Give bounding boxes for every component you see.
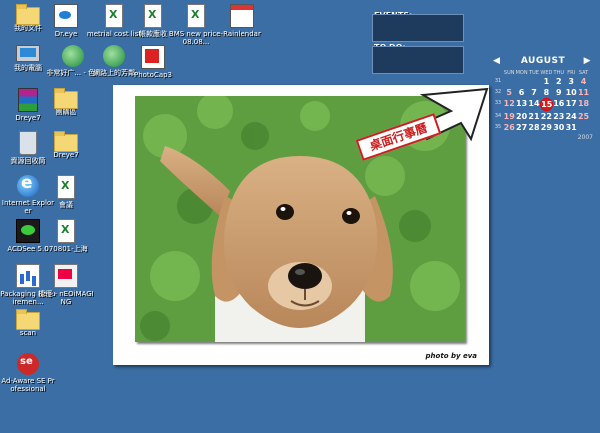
calendar-day[interactable]: 13 — [515, 98, 527, 111]
meeting-shortcut[interactable]: 會議 — [38, 175, 94, 209]
meeting-icon — [57, 175, 75, 199]
calendar-day[interactable]: 18 — [577, 98, 589, 111]
calendar-header: ◀ AUGUST ▶ — [493, 56, 593, 68]
shortcut-label: PhotoCap3 — [133, 71, 173, 79]
calendar-day[interactable]: 2 — [553, 76, 565, 87]
calendar-day[interactable]: 1 — [540, 76, 552, 87]
shortcut-label: 070801-上海 — [44, 245, 88, 253]
calendar-day[interactable]: 19 — [503, 111, 515, 122]
nero-imaging-shortcut[interactable]: 捷徑 - nEOiMAGING — [38, 264, 94, 306]
week-number: 33 — [494, 100, 502, 106]
shortcut-label: scan — [19, 329, 37, 337]
calendar-day[interactable]: 29 — [540, 122, 552, 133]
shanghai-report-icon — [57, 219, 75, 243]
photocap-icon — [141, 45, 165, 69]
calendar-day[interactable]: 22 — [540, 111, 552, 122]
account-receivable-icon — [144, 4, 162, 28]
dreye7-rar-icon — [18, 88, 38, 112]
calendar-day[interactable]: 7 — [528, 87, 540, 98]
calendar-day-empty — [577, 122, 589, 133]
acdsee-icon — [16, 219, 40, 243]
internet-explorer-icon — [17, 173, 39, 197]
useful-software-icon — [62, 45, 84, 67]
calendar-grid: 31 1 2 3 4 32 5 6 7 8 9 10 11 33 12 13 14 15 16 17 18 34 19 20 2… — [493, 76, 593, 133]
calendar-day[interactable]: 26 — [503, 122, 515, 133]
my-documents-icon — [16, 4, 40, 25]
adaware-icon — [17, 353, 39, 375]
calendar-day[interactable]: 4 — [577, 76, 589, 87]
calendar-day-empty — [503, 76, 515, 87]
scan-folder-icon — [16, 309, 40, 330]
prev-month-button[interactable]: ◀ — [493, 56, 500, 66]
events-panel[interactable] — [372, 14, 464, 42]
calendar-week: 32 5 6 7 8 9 10 11 — [493, 87, 593, 98]
shortcut-label: 會議 — [59, 201, 73, 209]
shanghai-report-shortcut[interactable]: 070801-上海 — [38, 219, 94, 253]
calendar-day[interactable]: 11 — [577, 87, 589, 98]
adaware-shortcut[interactable]: Ad-Aware SE Professional — [0, 353, 56, 393]
group-purchase-folder-icon — [54, 88, 78, 109]
calendar-week: 34 19 20 21 22 23 24 25 — [493, 111, 593, 122]
scan-folder-shortcut[interactable]: scan — [0, 309, 56, 337]
week-number: 31 — [494, 78, 502, 84]
my-computer-icon — [16, 45, 40, 62]
calendar-day[interactable]: 24 — [565, 111, 577, 122]
calendar-day[interactable]: 30 — [553, 122, 565, 133]
calendar-day[interactable]: 10 — [565, 87, 577, 98]
calendar-week: 33 12 13 14 15 16 17 18 — [493, 98, 593, 111]
recycle-bin-icon — [19, 131, 37, 155]
group-purchase-folder-shortcut[interactable]: 團購區 — [38, 88, 94, 116]
metrial-cost-list-icon — [105, 4, 123, 28]
calendar-day[interactable]: 3 — [565, 76, 577, 87]
calendar-day-today[interactable]: 15 — [540, 98, 553, 111]
dreye-icon — [54, 4, 78, 28]
calendar-day[interactable]: 14 — [528, 98, 540, 111]
calendar-day[interactable]: 20 — [515, 111, 527, 122]
todo-panel[interactable] — [372, 46, 464, 74]
photo-credit: photo by eva — [425, 352, 477, 360]
calendar-day[interactable]: 8 — [540, 87, 552, 98]
next-month-button[interactable]: ▶ — [584, 56, 591, 66]
calendar-day[interactable]: 5 — [503, 87, 515, 98]
calendar-month: AUGUST — [520, 56, 566, 66]
dreye7-folder-shortcut[interactable]: Dreye7 — [38, 131, 94, 159]
bms-price-icon — [187, 4, 205, 28]
calendar-day[interactable]: 28 — [528, 122, 540, 133]
shortcut-label: Ad-Aware SE Professional — [1, 377, 55, 393]
calendar-day[interactable]: 21 — [528, 111, 540, 122]
week-number: 32 — [494, 89, 502, 95]
calendar-day[interactable]: 25 — [577, 111, 589, 122]
week-number: 35 — [494, 124, 502, 130]
desktop-calendar: ◀ AUGUST ▶ SUN MON TUE WED THU FRI SAT 31 1 2 3 4 3… — [493, 56, 593, 141]
calendar-day[interactable]: 16 — [553, 98, 565, 111]
online-solution-icon — [103, 45, 125, 67]
packaging-requirements-icon — [16, 264, 40, 288]
calendar-day-empty — [528, 76, 540, 87]
calendar-day[interactable]: 17 — [565, 98, 577, 111]
photocap-shortcut[interactable]: PhotoCap3 — [125, 45, 181, 79]
week-number: 34 — [494, 113, 502, 119]
calendar-day[interactable]: 9 — [553, 87, 565, 98]
calendar-day[interactable]: 12 — [503, 98, 515, 111]
calendar-week: 31 1 2 3 4 — [493, 76, 593, 87]
calendar-day-empty — [515, 76, 527, 87]
photo-frame: 桌面行事曆 photo by eva — [113, 85, 489, 365]
shortcut-label: 捷徑 - nEOiMAGING — [38, 290, 94, 306]
calendar-year: 2007 — [577, 134, 593, 141]
shortcut-label: Dreye7 — [53, 151, 79, 159]
calendar-day[interactable]: 27 — [515, 122, 527, 133]
shortcut-label: Rainlendar — [223, 30, 261, 38]
shortcut-label: 團購區 — [55, 108, 77, 116]
calendar-day[interactable]: 31 — [565, 122, 577, 133]
nero-imaging-icon — [54, 264, 78, 288]
calendar-day[interactable]: 23 — [553, 111, 565, 122]
rainlendar-shortcut[interactable]: Rainlendar — [214, 4, 270, 38]
dreye7-folder-icon — [54, 131, 78, 152]
calendar-week: 35 26 27 28 29 30 31 — [493, 122, 593, 133]
calendar-day[interactable]: 6 — [515, 87, 527, 98]
rainlendar-icon — [230, 4, 254, 28]
